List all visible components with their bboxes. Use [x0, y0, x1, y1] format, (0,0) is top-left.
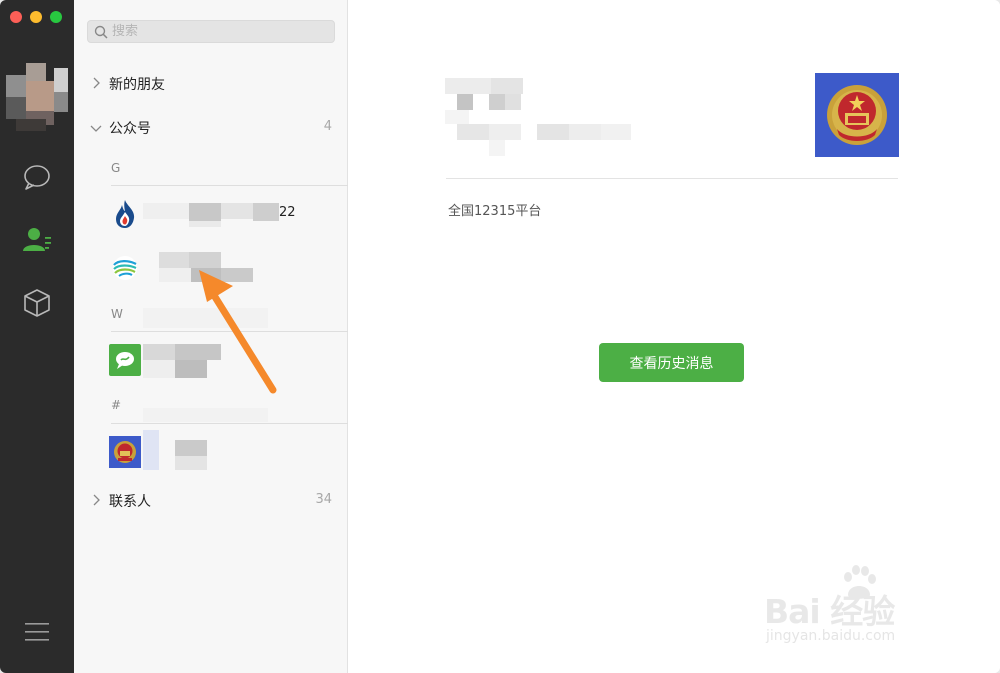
group-count: 34: [315, 492, 332, 507]
favorites-box-icon[interactable]: [21, 287, 53, 319]
group-label: 联系人: [109, 494, 151, 510]
national-emblem-icon: [109, 436, 141, 468]
search-input[interactable]: [112, 22, 327, 41]
group-label: 公众号: [109, 121, 151, 137]
section-letter-hash: #: [111, 398, 122, 412]
chevron-right-icon: [93, 494, 100, 506]
menu-icon[interactable]: [25, 621, 49, 643]
section-letter-g: G: [111, 161, 121, 175]
watermark-url: jingyan.baidu.com: [766, 628, 896, 644]
detail-divider: [446, 178, 898, 179]
view-history-button[interactable]: 查看历史消息: [599, 343, 744, 382]
account-description: 全国12315平台: [448, 204, 542, 219]
group-official-accounts[interactable]: 公众号 4: [74, 113, 348, 143]
section-divider: [111, 185, 348, 186]
minimize-window-button[interactable]: [30, 11, 42, 23]
contact-item[interactable]: [74, 430, 348, 474]
search-icon: [94, 25, 108, 39]
group-count: 4: [323, 119, 332, 134]
annotation-arrow-icon: [199, 270, 277, 394]
contacts-icon[interactable]: [21, 224, 53, 256]
contact-item[interactable]: 22: [74, 192, 348, 236]
chevron-down-icon: [90, 125, 102, 132]
account-name: [445, 78, 491, 94]
zoom-window-button[interactable]: [50, 11, 62, 23]
group-label: 新的朋友: [109, 77, 165, 93]
group-contacts[interactable]: 联系人 34: [74, 486, 348, 516]
baidu-jingyan-watermark: Bai 经验 jingyan.baidu.com: [764, 565, 954, 655]
close-window-button[interactable]: [10, 11, 22, 23]
chevron-right-icon: [93, 77, 100, 89]
section-letter-w: W: [111, 307, 123, 321]
chat-bubble-icon[interactable]: [21, 161, 53, 193]
wechat-team-logo-icon: [109, 344, 141, 376]
account-avatar-emblem-icon: [815, 73, 899, 157]
china-mobile-logo-icon: [113, 256, 137, 280]
wechat-window: 新的朋友 公众号 4 G 22: [0, 0, 1000, 673]
account-detail-pane: 全国12315平台 查看历史消息 Bai 经验 jingyan.baidu.co…: [348, 0, 1000, 673]
account-id: [457, 124, 489, 140]
navigation-rail: [0, 0, 74, 673]
contact-name-suffix: 22: [279, 205, 296, 220]
user-avatar[interactable]: [6, 63, 68, 138]
section-divider: [111, 423, 348, 424]
group-new-friends[interactable]: 新的朋友: [74, 69, 348, 99]
flame-logo-icon: [116, 200, 135, 228]
search-box[interactable]: [87, 20, 335, 43]
watermark-brand: Bai 经验: [764, 592, 895, 631]
